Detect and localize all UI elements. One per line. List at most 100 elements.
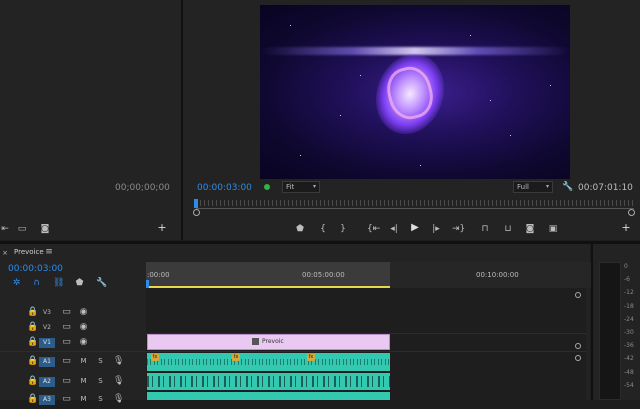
mark-out-icon[interactable]: } bbox=[338, 224, 348, 234]
mute-button[interactable]: M bbox=[80, 376, 87, 386]
extract-icon[interactable]: ⊔ bbox=[502, 224, 514, 234]
scroll-handle[interactable] bbox=[575, 343, 581, 349]
wrench-icon[interactable]: 🔧 bbox=[562, 182, 573, 192]
track-separator bbox=[0, 351, 586, 352]
lock-icon[interactable]: 🔒 bbox=[27, 356, 38, 366]
track-label-v2[interactable]: V2 bbox=[39, 323, 55, 333]
settings-wrench-icon[interactable]: 🔧 bbox=[96, 278, 107, 288]
sequence-tab-label[interactable]: Prevoice bbox=[14, 248, 44, 256]
lock-icon[interactable]: 🔒 bbox=[27, 376, 38, 386]
snap-magnet-icon[interactable]: ∩ bbox=[32, 278, 41, 288]
sync-lock-icon[interactable]: ▭ bbox=[62, 337, 71, 347]
video-clip-v1[interactable]: Prevoic bbox=[147, 334, 390, 350]
scroll-handle[interactable] bbox=[575, 355, 581, 361]
meter-scale-label: -42 bbox=[624, 355, 634, 363]
fx-badge[interactable]: fx bbox=[232, 354, 240, 361]
sync-lock-icon[interactable]: ▭ bbox=[62, 322, 71, 332]
microphone-icon[interactable]: 🎙 bbox=[113, 376, 124, 386]
add-marker-icon[interactable]: ⬟ bbox=[295, 224, 305, 234]
audio-meter bbox=[599, 262, 621, 400]
mark-in-icon[interactable]: { bbox=[318, 224, 328, 234]
lift-icon[interactable]: ⊓ bbox=[479, 224, 491, 234]
source-timecode[interactable]: 00;00;00;00 bbox=[115, 183, 170, 193]
resolution-select-value: Full bbox=[517, 183, 529, 191]
chevron-down-icon: ▾ bbox=[545, 183, 549, 190]
meter-scale-label: -36 bbox=[624, 342, 634, 350]
meter-scale-label: -24 bbox=[624, 315, 634, 323]
lock-icon[interactable]: 🔒 bbox=[27, 307, 38, 317]
track-label-v3[interactable]: V3 bbox=[39, 308, 55, 318]
video-clip-label: Prevoic bbox=[262, 338, 284, 345]
go-to-out-icon[interactable]: ⇥} bbox=[452, 224, 465, 234]
meter-scale-label: -6 bbox=[624, 276, 630, 284]
meter-scale-label: -48 bbox=[624, 368, 634, 376]
mute-button[interactable]: M bbox=[80, 356, 87, 366]
audio-clip-a1[interactable] bbox=[147, 353, 390, 371]
lock-icon[interactable]: 🔒 bbox=[27, 322, 38, 332]
resolution-select[interactable]: Full ▾ bbox=[513, 181, 553, 193]
audio-clip-a3[interactable] bbox=[147, 392, 390, 400]
work-area-bar[interactable] bbox=[146, 262, 390, 288]
in-point-handle[interactable] bbox=[193, 209, 200, 216]
audio-waveform bbox=[147, 376, 390, 387]
solo-button[interactable]: S bbox=[97, 376, 104, 386]
zoom-select[interactable]: Fit ▾ bbox=[282, 181, 320, 193]
lock-icon[interactable]: 🔒 bbox=[27, 337, 38, 347]
hamburger-icon[interactable]: ≡ bbox=[45, 247, 53, 257]
eye-icon[interactable]: ◉ bbox=[79, 337, 88, 347]
timeline-playhead[interactable] bbox=[146, 280, 149, 288]
step-forward-icon[interactable]: |▸ bbox=[431, 224, 441, 234]
timeline-current-timecode[interactable]: 00:00:03:00 bbox=[8, 264, 63, 274]
eye-icon[interactable]: ◉ bbox=[79, 307, 88, 317]
playhead-indicator-dot bbox=[264, 184, 270, 190]
close-icon[interactable]: × bbox=[2, 248, 8, 258]
playhead-marker[interactable] bbox=[194, 199, 198, 208]
mute-button[interactable]: M bbox=[80, 394, 87, 404]
microphone-icon[interactable]: 🎙 bbox=[113, 394, 124, 404]
fx-badge[interactable]: fx bbox=[151, 354, 159, 361]
camera-icon[interactable]: ◙ bbox=[40, 224, 50, 234]
source-monitor-panel: 00;00;00;00 ⇤ ▭ ◙ + bbox=[0, 0, 181, 240]
zoom-select-value: Fit bbox=[286, 183, 295, 191]
linked-selection-icon[interactable]: ⛓ bbox=[53, 278, 64, 288]
add-marker-icon[interactable]: ⬟ bbox=[75, 278, 84, 288]
go-to-in-icon[interactable]: {⇤ bbox=[367, 224, 380, 234]
time-ruler-ticks bbox=[196, 200, 634, 206]
ruler-label-start: :00:00 bbox=[147, 271, 170, 279]
out-point-handle[interactable] bbox=[628, 209, 635, 216]
sync-lock-icon[interactable]: ▭ bbox=[62, 394, 71, 404]
track-label-a2[interactable]: A2 bbox=[39, 377, 55, 387]
track-label-a1[interactable]: A1 bbox=[39, 357, 55, 367]
export-frame-camera-icon[interactable]: ◙ bbox=[525, 224, 535, 234]
track-label-v1[interactable]: V1 bbox=[39, 338, 55, 348]
meter-scale-label: -30 bbox=[624, 329, 634, 336]
nest-icon[interactable]: ✲ bbox=[12, 278, 21, 288]
scroll-handle[interactable] bbox=[575, 292, 581, 298]
solo-button[interactable]: S bbox=[97, 394, 104, 404]
program-duration-timecode: 00:07:01:10 bbox=[578, 183, 633, 193]
sync-lock-icon[interactable]: ▭ bbox=[62, 356, 71, 366]
insert-icon[interactable]: ⇤ bbox=[0, 224, 10, 234]
microphone-icon[interactable]: 🎙 bbox=[113, 356, 124, 366]
audio-clip-a2[interactable] bbox=[147, 373, 390, 390]
comparison-view-icon[interactable]: ▣ bbox=[547, 224, 559, 234]
add-button-icon[interactable]: + bbox=[621, 222, 631, 233]
chevron-down-icon: ▾ bbox=[312, 183, 316, 190]
sync-lock-icon[interactable]: ▭ bbox=[62, 307, 71, 317]
track-label-a3[interactable]: A3 bbox=[39, 395, 55, 405]
overwrite-icon[interactable]: ▭ bbox=[16, 224, 28, 234]
lock-icon[interactable]: 🔒 bbox=[27, 394, 38, 404]
sync-lock-icon[interactable]: ▭ bbox=[62, 376, 71, 386]
scrub-bar[interactable] bbox=[196, 208, 634, 209]
eye-icon[interactable]: ◉ bbox=[79, 322, 88, 332]
add-button-icon[interactable]: + bbox=[157, 222, 167, 233]
track-header-v1: 🔒 V1 ▭ ◉ bbox=[0, 333, 146, 352]
fx-badge[interactable]: fx bbox=[307, 354, 315, 361]
program-current-timecode[interactable]: 00:00:03:00 bbox=[197, 183, 252, 193]
play-icon[interactable]: ▶ bbox=[410, 223, 420, 233]
step-back-icon[interactable]: ◂| bbox=[389, 224, 399, 234]
program-video-frame[interactable] bbox=[260, 5, 570, 179]
audio-waveform bbox=[147, 359, 390, 365]
ruler-label-10min: 00:10:00:00 bbox=[476, 271, 519, 279]
solo-button[interactable]: S bbox=[97, 356, 104, 366]
